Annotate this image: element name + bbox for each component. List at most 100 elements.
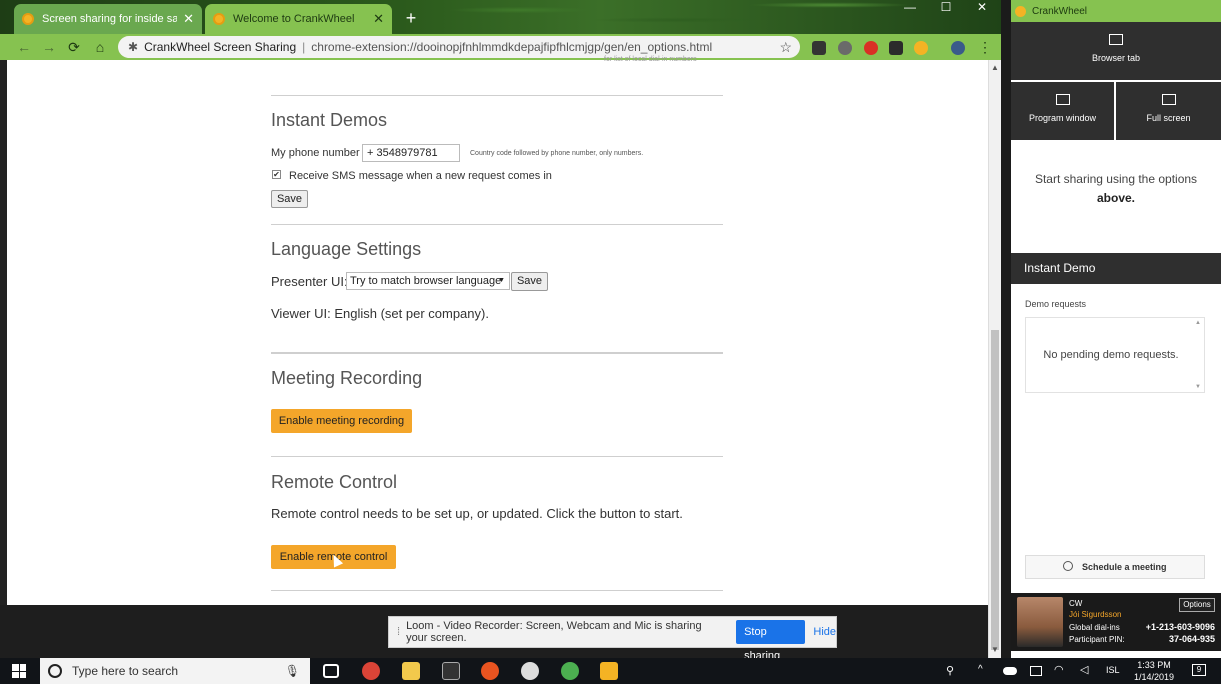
scroll-up-icon[interactable]: ▲ xyxy=(989,63,1001,72)
onedrive-icon[interactable] xyxy=(1003,667,1017,675)
menu-icon[interactable]: ⋮ xyxy=(975,37,995,57)
wifi-icon[interactable]: ◠ xyxy=(1054,663,1064,676)
maximize-button[interactable]: ☐ xyxy=(928,0,964,18)
clock[interactable]: 1:33 PM 1/14/2019 xyxy=(1124,659,1184,683)
ubuntu-icon[interactable] xyxy=(481,662,499,680)
taskbar-search[interactable]: Type here to search 🎙 xyxy=(40,658,310,684)
home-button[interactable]: ⌂ xyxy=(90,37,110,57)
demo-requests-label: Demo requests xyxy=(1025,299,1087,309)
page-scrollbar[interactable]: ▲ ▼ xyxy=(988,60,1001,658)
bookmark-star-icon[interactable]: ☆ xyxy=(779,39,792,56)
no-requests-text: No pending demo requests. xyxy=(1043,349,1179,361)
scroll-down-icon[interactable]: ▼ xyxy=(989,645,1001,654)
divider xyxy=(271,95,723,96)
reload-button[interactable]: ⟳ xyxy=(64,37,84,57)
profile-avatar[interactable] xyxy=(951,41,965,55)
file-explorer-icon[interactable] xyxy=(402,662,420,680)
windows-start-icon[interactable] xyxy=(12,664,26,678)
terminal-icon[interactable] xyxy=(442,662,460,680)
scroll-up-icon[interactable]: ▲ xyxy=(1195,320,1201,326)
chrome-window: Screen sharing for inside sales an ✕ Wel… xyxy=(0,0,1001,658)
search-placeholder: Type here to search xyxy=(72,664,179,678)
pin-label: Participant PIN: xyxy=(1069,635,1125,644)
options-page: for list of local dial-in numbers Instan… xyxy=(0,56,1001,658)
full-screen-tile[interactable]: Full screen xyxy=(1116,82,1221,140)
sms-label: Receive SMS message when a new request c… xyxy=(289,170,552,182)
extension-icon[interactable] xyxy=(812,41,826,55)
url-text: chrome-extension://dooinopjfnhlmmdkdepaj… xyxy=(311,40,713,54)
hide-button[interactable]: Hide xyxy=(813,626,836,638)
crankwheel-panel: CrankWheel Browser tab Program window Fu… xyxy=(1011,0,1221,658)
remote-control-text: Remote control needs to be set up, or up… xyxy=(271,506,683,521)
schedule-meeting-button[interactable]: Schedule a meeting xyxy=(1025,555,1205,579)
company-name: CW xyxy=(1069,599,1083,608)
tab-welcome[interactable]: Welcome to CrankWheel ✕ xyxy=(205,4,392,34)
divider xyxy=(271,456,723,457)
folder-icon[interactable] xyxy=(600,662,618,680)
start-sharing-text: Start sharing using the options above. xyxy=(1011,170,1221,208)
close-tab-icon[interactable]: ✕ xyxy=(183,11,194,27)
presenter-language-select[interactable]: Try to match browser language ▼ xyxy=(346,272,510,290)
remote-control-title: Remote Control xyxy=(271,472,398,492)
extension-icon: ✱ xyxy=(128,40,139,54)
pin-value: 37-064-935 xyxy=(1168,634,1215,644)
instant-demo-header: Instant Demo xyxy=(1011,253,1221,284)
people-icon[interactable]: ⚲ xyxy=(946,664,954,677)
save-language-button[interactable]: Save xyxy=(511,272,548,291)
chrome-active-icon[interactable] xyxy=(561,662,579,680)
extension-icon[interactable] xyxy=(864,41,878,55)
language-indicator[interactable]: ISL xyxy=(1106,665,1120,675)
cortana-icon xyxy=(48,664,62,678)
chrome-icon[interactable] xyxy=(362,662,380,680)
clock-date: 1/14/2019 xyxy=(1133,672,1175,682)
demo-requests-list[interactable]: No pending demo requests. ▲ ▼ xyxy=(1025,317,1205,393)
close-tab-icon[interactable]: ✕ xyxy=(373,11,384,27)
crankwheel-extension-icon[interactable] xyxy=(914,41,928,55)
drag-handle-icon[interactable]: ⁞ xyxy=(397,626,400,638)
url-separator: | xyxy=(302,40,306,54)
new-tab-button[interactable]: + xyxy=(400,7,422,29)
stop-sharing-button[interactable]: Stop sharing xyxy=(736,620,806,658)
phone-hint: Country code followed by phone number, o… xyxy=(470,150,644,157)
start-sharing-line: Start sharing using the options xyxy=(1034,172,1198,186)
extension-icon[interactable] xyxy=(838,41,852,55)
scroll-down-icon[interactable]: ▼ xyxy=(1195,384,1201,390)
forward-button[interactable]: → xyxy=(39,37,59,57)
browser-tab-tile[interactable]: Browser tab xyxy=(1011,22,1221,80)
cloud-app-icon[interactable] xyxy=(521,662,539,680)
sms-checkbox[interactable]: ✔ xyxy=(272,170,281,179)
crankwheel-favicon-icon xyxy=(22,13,34,25)
save-phone-button[interactable]: Save xyxy=(271,190,308,208)
tab-title: Welcome to CrankWheel xyxy=(233,13,355,25)
volume-icon[interactable]: ◁ xyxy=(1080,663,1088,676)
phone-label: My phone number xyxy=(271,147,360,159)
task-view-icon[interactable] xyxy=(323,664,339,678)
crankwheel-favicon-icon xyxy=(213,13,225,25)
tab-sales[interactable]: Screen sharing for inside sales an ✕ xyxy=(14,4,202,34)
crankwheel-titlebar: CrankWheel xyxy=(1011,0,1221,22)
scrollbar-thumb[interactable] xyxy=(991,330,999,650)
battery-icon[interactable] xyxy=(1030,666,1042,676)
program-window-tile[interactable]: Program window xyxy=(1011,82,1114,140)
notifications-icon[interactable]: 9 xyxy=(1192,664,1206,676)
language-settings-title: Language Settings xyxy=(271,239,422,259)
chevron-up-icon[interactable]: ^ xyxy=(978,664,983,675)
address-bar[interactable]: ✱ CrankWheel Screen Sharing | chrome-ext… xyxy=(118,36,800,58)
tab-title: Screen sharing for inside sales an xyxy=(42,13,178,25)
dialin-label: Global dial-ins xyxy=(1069,623,1120,632)
full-screen-label: Full screen xyxy=(1146,113,1191,123)
presenter-name: Jói Sigurdsson xyxy=(1069,610,1122,619)
microphone-icon[interactable]: 🎙 xyxy=(285,664,300,678)
minimize-button[interactable]: — xyxy=(892,0,928,18)
back-button[interactable]: ← xyxy=(14,37,34,57)
dialin-number: +1-213-603-9096 xyxy=(1145,622,1215,632)
close-window-button[interactable]: ✕ xyxy=(964,0,1000,18)
windows-taskbar: Type here to search 🎙 ⚲ ^ ◠ ◁ ISL 1:33 P… xyxy=(0,658,1221,684)
top-fragment: for list of local dial-in numbers xyxy=(604,56,697,63)
extension-icon[interactable] xyxy=(889,41,903,55)
phone-input[interactable]: + 3548979781 xyxy=(362,144,460,162)
options-button[interactable]: Options xyxy=(1179,598,1215,612)
enable-recording-button[interactable]: Enable meeting recording xyxy=(271,409,412,433)
presenter-language-value: Try to match browser language xyxy=(350,275,502,287)
loom-message: Loom - Video Recorder: Screen, Webcam an… xyxy=(406,620,702,644)
